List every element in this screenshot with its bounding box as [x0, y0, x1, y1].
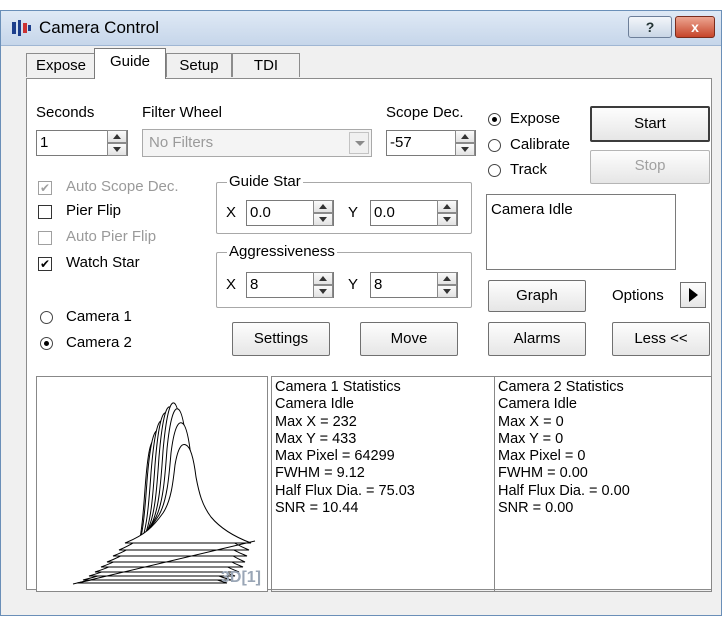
- chevron-down-icon[interactable]: [349, 132, 369, 154]
- expose-radio-label: Expose: [510, 110, 561, 127]
- close-button[interactable]: x: [675, 16, 715, 38]
- alarms-button[interactable]: Alarms: [488, 322, 586, 356]
- camera-1-radio[interactable]: [40, 311, 53, 324]
- stats-line: SNR = 10.44: [275, 500, 359, 517]
- guide-star-x-spinner[interactable]: [313, 200, 333, 226]
- auto-pier-flip-label: Auto Pier Flip: [66, 228, 157, 245]
- seconds-label: Seconds: [36, 104, 95, 121]
- tab-setup[interactable]: Setup: [166, 53, 232, 77]
- plot-label: 3D[1]: [220, 569, 261, 586]
- stats-line: FWHM = 0.00: [498, 465, 588, 482]
- aggressiveness-x-label: X: [226, 276, 237, 293]
- guide-star-y-label: Y: [348, 204, 359, 221]
- stats-line: FWHM = 9.12: [275, 465, 365, 482]
- stats-line: Camera 2 Statistics: [498, 379, 624, 395]
- expose-radio[interactable]: [488, 113, 501, 126]
- auto-scope-dec-label: Auto Scope Dec.: [66, 178, 179, 195]
- options-label: Options: [612, 287, 664, 304]
- camera-1-statistics: Camera 1 Statistics Camera Idle Max X = …: [271, 376, 495, 592]
- stats-line: Max X = 0: [498, 413, 564, 430]
- guide-star-x-label: X: [226, 204, 237, 221]
- less-button[interactable]: Less <<: [612, 322, 710, 356]
- filter-wheel-select[interactable]: No Filters: [142, 129, 372, 157]
- options-arrow-button[interactable]: [680, 282, 706, 308]
- aggressiveness-y-spinner[interactable]: [437, 272, 457, 298]
- camera-2-statistics: Camera 2 Statistics Camera Idle Max X = …: [494, 376, 712, 592]
- stats-line: SNR = 0.00: [498, 500, 574, 517]
- aggressiveness-y-label: Y: [348, 276, 359, 293]
- aggressiveness-title: Aggressiveness: [227, 243, 337, 261]
- app-icon: [12, 20, 31, 36]
- stats-line: Max X = 232: [275, 413, 357, 430]
- status-box: Camera Idle: [486, 194, 676, 270]
- stats-line: Max Y = 433: [275, 430, 357, 447]
- filter-wheel-value: No Filters: [149, 134, 214, 151]
- stats-line: Camera Idle: [275, 396, 354, 413]
- calibrate-radio-label: Calibrate: [510, 136, 571, 153]
- auto-scope-dec-checkbox[interactable]: ✔: [38, 181, 52, 195]
- tab-tdi[interactable]: TDI: [232, 53, 300, 77]
- stop-button[interactable]: Stop: [590, 150, 710, 184]
- camera-1-label: Camera 1: [66, 308, 132, 325]
- star-profile-surface: [72, 402, 256, 585]
- seconds-spinner[interactable]: [107, 130, 127, 156]
- tab-guide[interactable]: Guide: [94, 48, 166, 79]
- filter-wheel-label: Filter Wheel: [142, 104, 223, 121]
- stats-line: Half Flux Dia. = 75.03: [275, 482, 415, 499]
- camera-2-radio[interactable]: [40, 337, 53, 350]
- guide-star-title: Guide Star: [227, 173, 303, 191]
- help-button[interactable]: ?: [628, 16, 672, 38]
- stats-line: Max Pixel = 64299: [275, 448, 395, 465]
- auto-pier-flip-checkbox[interactable]: [38, 231, 52, 245]
- window-title: Camera Control: [39, 18, 159, 37]
- settings-button[interactable]: Settings: [232, 322, 330, 356]
- title-bar[interactable]: Camera Control ? x: [1, 11, 721, 46]
- stats-line: Camera 1 Statistics: [275, 379, 401, 395]
- status-text: Camera Idle: [491, 201, 573, 218]
- scope-dec-spinner[interactable]: [455, 130, 475, 156]
- watch-star-label: Watch Star: [66, 254, 140, 271]
- move-button[interactable]: Move: [360, 322, 458, 356]
- camera-2-label: Camera 2: [66, 334, 132, 351]
- star-profile-3d-plot[interactable]: 3D[1]: [36, 376, 268, 592]
- graph-button[interactable]: Graph: [488, 280, 586, 312]
- track-radio[interactable]: [488, 164, 501, 177]
- stats-line: Max Pixel = 0: [498, 448, 586, 465]
- pier-flip-checkbox[interactable]: [38, 205, 52, 219]
- start-button[interactable]: Start: [590, 106, 710, 142]
- scope-dec-label: Scope Dec.: [386, 104, 464, 121]
- tab-expose[interactable]: Expose: [26, 53, 96, 77]
- track-radio-label: Track: [510, 161, 547, 178]
- watch-star-checkbox[interactable]: ✔: [38, 257, 52, 271]
- stats-line: Max Y = 0: [498, 430, 564, 447]
- calibrate-radio[interactable]: [488, 139, 501, 152]
- pier-flip-label: Pier Flip: [66, 202, 122, 219]
- aggressiveness-x-spinner[interactable]: [313, 272, 333, 298]
- stats-line: Camera Idle: [498, 396, 577, 413]
- stats-line: Half Flux Dia. = 0.00: [498, 482, 630, 499]
- guide-star-y-spinner[interactable]: [437, 200, 457, 226]
